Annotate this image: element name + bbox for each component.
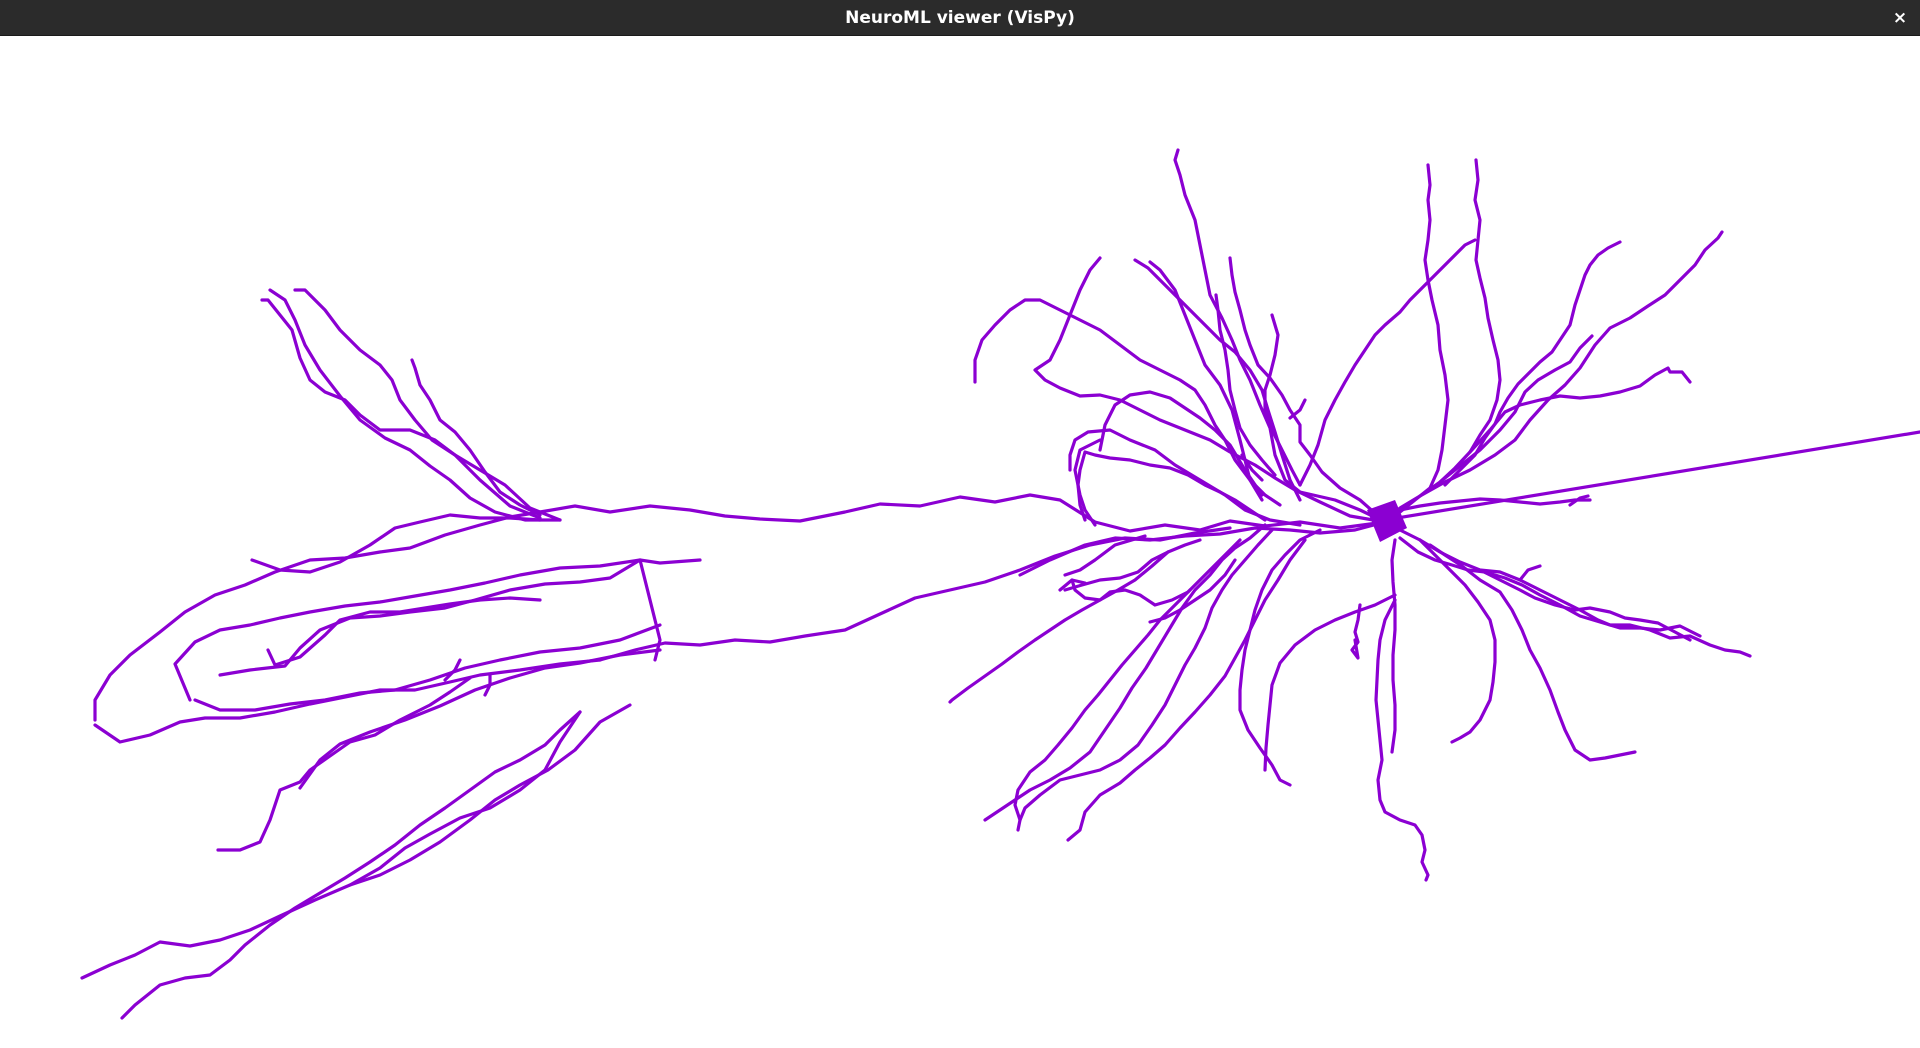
- dendrite: [268, 288, 562, 522]
- dendrite: [1374, 598, 1430, 882]
- dendrite: [293, 288, 562, 522]
- dendrite: [1383, 158, 1502, 524]
- dendrite: [120, 710, 582, 1020]
- dendrite: [1238, 528, 1322, 787]
- dendrite: [93, 510, 542, 722]
- dendrite: [1068, 428, 1302, 527]
- dendrite: [1383, 163, 1450, 524]
- dendrite: [266, 596, 542, 667]
- dendrite: [1298, 238, 1477, 487]
- dendrite: [1016, 528, 1274, 832]
- dendrite: [1070, 538, 1242, 607]
- dendrite: [260, 298, 542, 520]
- dendrite: [1148, 260, 1264, 502]
- 3d-canvas[interactable]: [0, 36, 1920, 1048]
- dendrite: [1288, 398, 1307, 420]
- dendrite: [1390, 538, 1397, 754]
- dendrite: [1098, 390, 1264, 497]
- close-icon[interactable]: ×: [1888, 6, 1912, 30]
- dendrite: [1398, 497, 1592, 512]
- axon: [1383, 430, 1920, 522]
- dendrite: [216, 676, 472, 852]
- dendrite: [1398, 528, 1752, 658]
- window-title: NeuroML viewer (VisPy): [845, 8, 1075, 28]
- dendrite: [538, 493, 1387, 533]
- dendrite: [1468, 366, 1692, 454]
- dendrite: [1173, 148, 1387, 524]
- dendrite: [1518, 564, 1542, 582]
- neuron-morphology: [80, 148, 1920, 1020]
- title-bar: NeuroML viewer (VisPy) ×: [0, 0, 1920, 36]
- dendrite: [1428, 543, 1637, 762]
